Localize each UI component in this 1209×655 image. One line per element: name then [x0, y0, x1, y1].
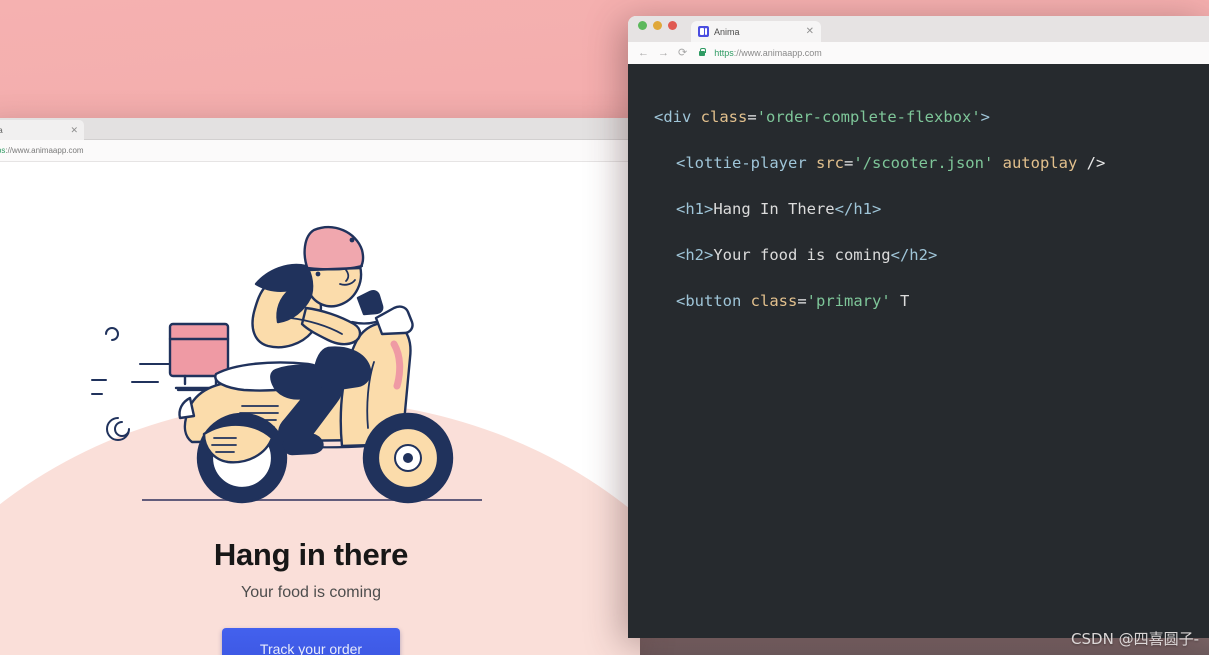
- code-token-str: 'primary': [806, 292, 891, 310]
- left-browser-tab[interactable]: Anima ✕: [0, 120, 84, 140]
- code-line-5: <button class='primary' T: [654, 278, 1209, 324]
- code-token-tag: <h2>: [676, 246, 714, 264]
- left-tab-label: Anima: [0, 125, 3, 135]
- right-tab-strip: Anima ✕: [628, 16, 1209, 42]
- scooter-delivery-illustration: [90, 222, 510, 522]
- code-token-tag: <h1>: [676, 200, 714, 218]
- anima-favicon-icon: [698, 26, 709, 37]
- left-tab-strip: Anima ✕: [0, 118, 640, 140]
- left-url-text: https://www.animaapp.com: [0, 146, 84, 155]
- right-url-text: https://www.animaapp.com: [714, 48, 822, 58]
- code-token-tag: <button: [676, 292, 751, 310]
- right-browser-tab[interactable]: Anima ✕: [691, 21, 821, 42]
- code-token-text: Your food is coming: [713, 246, 891, 264]
- right-tab-label: Anima: [714, 26, 740, 37]
- code-token-text: Hang In There: [713, 200, 835, 218]
- code-token-str: '/scooter.json': [853, 154, 994, 172]
- left-browser-window: Anima ✕ https://www.animaapp.com: [0, 118, 640, 655]
- code-token-tag: >: [980, 108, 990, 126]
- code-token-tag: </h2>: [890, 246, 938, 264]
- lock-icon: [699, 47, 707, 56]
- left-url-bar[interactable]: https://www.animaapp.com: [0, 140, 640, 162]
- code-line-3: <h1>Hang In There</h1>: [654, 186, 1209, 232]
- window-controls: [638, 16, 677, 42]
- page-title: Hang in there: [213, 537, 409, 572]
- csdn-watermark: CSDN @四喜圆子-: [1071, 630, 1199, 648]
- code-token-attr: src: [815, 154, 844, 172]
- code-token-attr: class: [750, 292, 798, 310]
- code-token-tag: <div: [654, 108, 701, 126]
- back-arrow-icon[interactable]: ←: [638, 47, 649, 59]
- code-line-1: <div class='order-complete-flexbox'>: [654, 94, 1209, 140]
- code-token-text: T: [890, 292, 910, 310]
- close-icon[interactable]: ✕: [806, 26, 814, 37]
- code-token-eq: =: [797, 292, 807, 310]
- right-browser-window: Anima ✕ ← → ⟳ https://www.animaapp.com <…: [628, 16, 1209, 638]
- code-token-attr: autoplay: [993, 154, 1087, 172]
- code-token-eq: =: [843, 154, 854, 172]
- code-token-attr: class: [700, 108, 748, 126]
- reload-icon[interactable]: ⟳: [678, 47, 687, 59]
- close-icon[interactable]: ✕: [70, 125, 78, 135]
- code-token-eq: =: [747, 108, 757, 126]
- code-token-tag: <lottie-player: [676, 154, 816, 172]
- page-subtitle: Your food is coming: [241, 584, 381, 601]
- code-line-2: <lottie-player src='/scooter.json' autop…: [654, 140, 1209, 186]
- window-close-red-dot[interactable]: [668, 21, 677, 30]
- left-page-canvas: Hang in there Your food is coming Track …: [0, 162, 640, 655]
- window-minimize-green-dot[interactable]: [638, 21, 647, 30]
- forward-arrow-icon[interactable]: →: [658, 47, 669, 59]
- right-url-scheme: https: [714, 48, 734, 58]
- right-url-rest: ://www.animaapp.com: [733, 48, 822, 58]
- code-token-eq: />: [1086, 154, 1106, 172]
- left-url-rest: ://www.animaapp.com: [5, 146, 84, 155]
- code-token-tag: </h1>: [834, 200, 882, 218]
- code-token-str: 'order-complete-flexbox': [756, 108, 981, 126]
- code-editor-pane[interactable]: <div class='order-complete-flexbox'> <lot…: [628, 64, 1209, 638]
- window-zoom-yellow-dot[interactable]: [653, 21, 662, 30]
- right-url-bar[interactable]: ← → ⟳ https://www.animaapp.com: [628, 42, 1209, 64]
- code-line-4: <h2>Your food is coming</h2>: [654, 232, 1209, 278]
- track-your-order-button[interactable]: Track your order: [222, 628, 400, 655]
